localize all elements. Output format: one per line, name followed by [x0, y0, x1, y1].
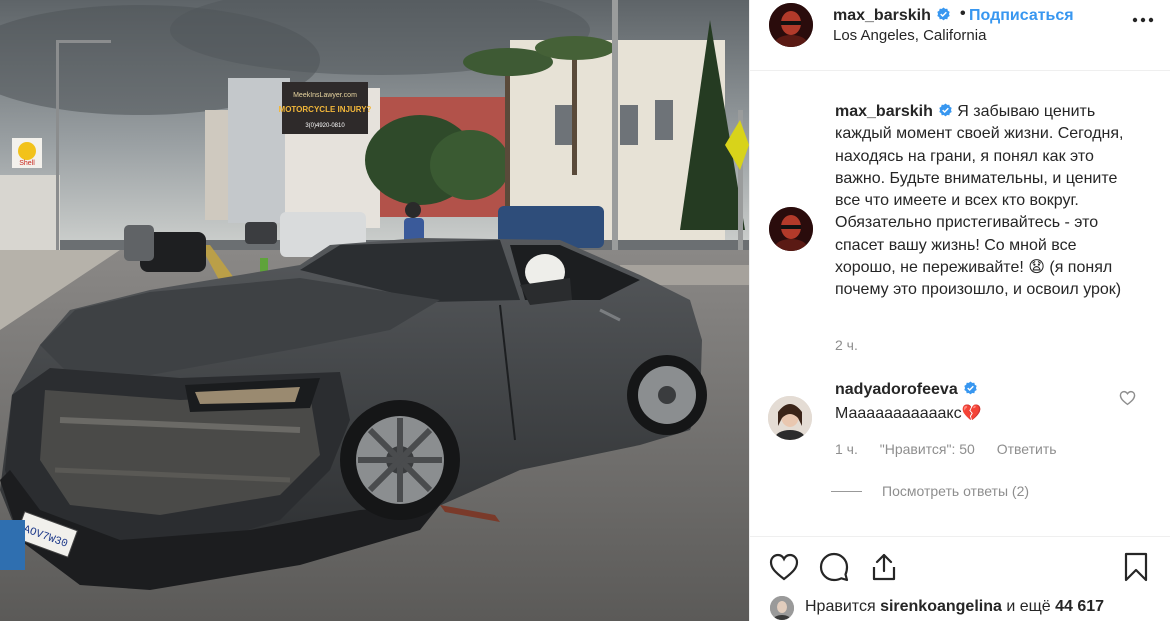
billboard-url: MeekInsLawyer.com	[293, 92, 357, 99]
follow-button[interactable]: Подписаться	[969, 7, 1074, 25]
comment-timestamp[interactable]: 1 ч.	[835, 441, 858, 457]
comment-likes-count[interactable]: "Нравится": 50	[880, 441, 975, 457]
caption-text: Я забываю ценить каждый момент своей жиз…	[835, 103, 1124, 299]
share-icon[interactable]	[868, 551, 900, 583]
post-caption: max_barskih Я забываю ценить каждый моме…	[835, 101, 1135, 302]
heart-icon[interactable]	[768, 551, 800, 583]
reply-button[interactable]: Ответить	[997, 441, 1057, 457]
caption-username[interactable]: max_barskih	[835, 103, 933, 120]
post-location[interactable]: Los Angeles, California	[833, 27, 986, 44]
commenter-avatar[interactable]	[768, 396, 812, 440]
author-avatar[interactable]	[769, 3, 813, 47]
likes-count[interactable]: 44 617	[1055, 598, 1104, 615]
caption-timestamp[interactable]: 2 ч.	[835, 337, 858, 353]
post-header: max_barskih • Подписаться Los Angeles, C…	[750, 0, 1170, 71]
shell-sign-text: Shell	[19, 160, 35, 167]
bookmark-icon[interactable]	[1120, 551, 1152, 583]
likes-text: Нравится sirenkoangelina и ещё 44 617	[805, 598, 1104, 616]
liker-avatar[interactable]	[770, 596, 794, 620]
caption-verified-badge-icon	[939, 103, 952, 117]
author-username[interactable]: max_barskih	[833, 7, 951, 25]
instagram-post: MeekInsLawyer.com MOTORCYCLE INJURY? 3(0…	[0, 0, 1170, 621]
comment-text: Мааааааааааакс💔	[835, 405, 982, 422]
post-sidebar: max_barskih • Подписаться Los Angeles, C…	[750, 0, 1170, 621]
commenter-username-text: nadyadorofeeva	[835, 381, 958, 398]
likes-prefix: Нравится	[805, 598, 876, 615]
view-replies-button[interactable]: Посмотреть ответы (2)	[882, 483, 1029, 499]
comment-like-heart-icon[interactable]	[1119, 390, 1136, 406]
more-options-icon[interactable]	[1130, 10, 1156, 30]
author-username-text: max_barskih	[833, 7, 931, 24]
likes-middle: и ещё	[1006, 598, 1051, 615]
comment-icon[interactable]	[818, 551, 850, 583]
header-separator: •	[960, 5, 966, 22]
billboard-phone: 3(0)4920-0810	[305, 123, 345, 129]
commenter-username[interactable]: nadyadorofeeva	[835, 381, 978, 399]
comment-meta: 1 ч. "Нравится": 50 Ответить	[835, 441, 1075, 457]
view-replies-line	[831, 491, 862, 492]
verified-badge-icon	[937, 7, 950, 21]
liker-username[interactable]: sirenkoangelina	[880, 598, 1002, 615]
post-photo[interactable]: MeekInsLawyer.com MOTORCYCLE INJURY? 3(0…	[0, 0, 749, 621]
action-bar	[750, 536, 1170, 591]
billboard-headline: MOTORCYCLE INJURY?	[279, 105, 372, 114]
commenter-verified-badge-icon	[964, 381, 977, 395]
caption-avatar[interactable]	[769, 207, 813, 251]
car-crash-photo: MeekInsLawyer.com MOTORCYCLE INJURY? 3(0…	[0, 0, 749, 621]
